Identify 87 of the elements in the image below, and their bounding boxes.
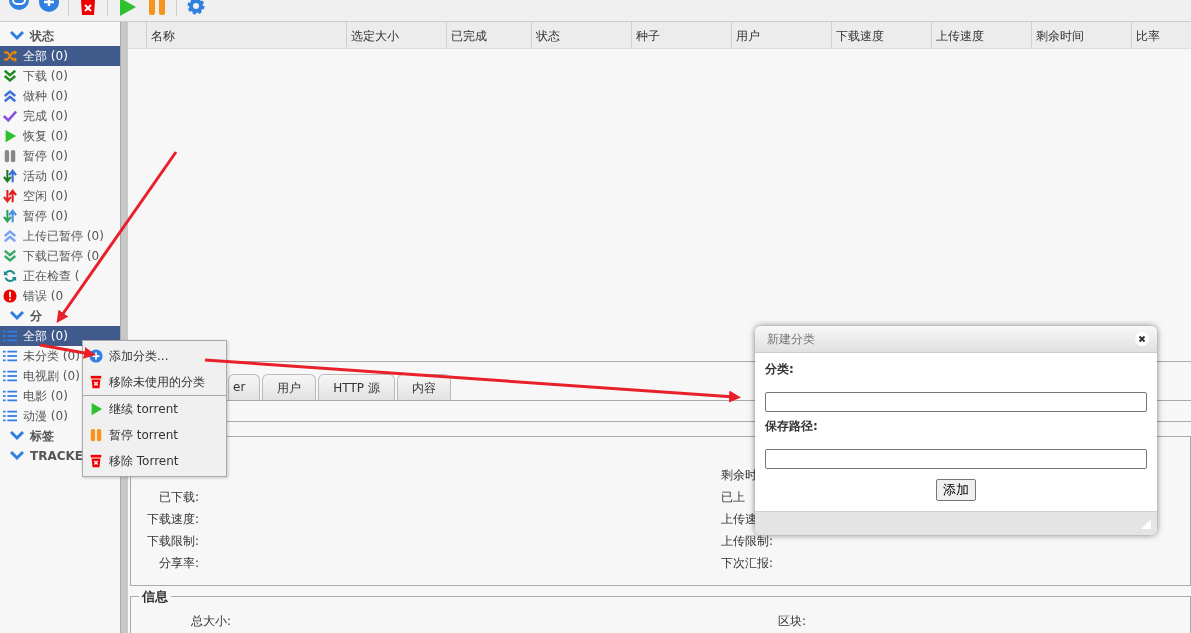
filter-item[interactable]: 活动 (0) [0, 166, 120, 186]
double-chevron-up-icon [3, 229, 17, 243]
resize-grip-icon[interactable] [1141, 519, 1151, 529]
check-icon [3, 109, 17, 123]
filter-item[interactable]: 下载 (0) [0, 66, 120, 86]
list-icon [3, 369, 17, 383]
column-header[interactable]: 下载速度 [831, 22, 931, 48]
filter-item[interactable]: 全部 (0) [0, 46, 120, 66]
filter-item[interactable]: 暂停 (0) [0, 206, 120, 226]
play-icon [89, 402, 103, 416]
section-title: 标签 [30, 427, 54, 445]
add-icon[interactable] [38, 0, 60, 14]
error-icon [3, 289, 17, 303]
field-label: 上传速 [721, 511, 758, 527]
dialog-title: 新建分类 [767, 330, 815, 348]
list-icon [3, 389, 17, 403]
field-label: 已上 [721, 489, 746, 505]
double-chevron-up-icon [3, 89, 17, 103]
field-label: 保存路径: [765, 418, 819, 435]
column-header[interactable]: 名称 [146, 22, 346, 48]
field-label: 区块: [776, 613, 806, 629]
section-title: TRACKE [30, 449, 83, 463]
list-icon [3, 329, 17, 343]
list-icon [3, 409, 17, 423]
column-header[interactable]: 剩余时间 [1031, 22, 1131, 48]
field-label: 分享率: [157, 555, 199, 571]
details-tab[interactable]: 用户 [262, 374, 317, 400]
field-label: 下次汇报: [721, 555, 775, 571]
double-chevron-down-icon [3, 69, 17, 83]
field-label: 下载限制: [145, 533, 199, 549]
add-icon [89, 349, 103, 363]
trash-icon [89, 454, 103, 468]
filter-item[interactable]: 完成 (0) [0, 106, 120, 126]
chevron-down-icon[interactable] [10, 311, 24, 321]
menu-item[interactable]: 移除 Torrent [83, 448, 226, 474]
column-header[interactable]: 种子 [631, 22, 731, 48]
filter-item[interactable]: 恢复 (0) [0, 126, 120, 146]
menu-item[interactable]: 添加分类... [83, 343, 226, 369]
field-label: 分类: [765, 361, 795, 378]
input-field[interactable] [765, 392, 1147, 412]
settings-icon[interactable] [185, 0, 207, 16]
filter-item[interactable]: 错误 (0 [0, 286, 120, 306]
play-icon [3, 129, 17, 143]
menu-item[interactable]: 暂停 torrent [83, 422, 226, 448]
column-header[interactable]: 上传速度 [931, 22, 1031, 48]
menu-item[interactable]: 继续 torrent [83, 396, 226, 422]
details-tab[interactable]: er [228, 374, 261, 400]
up-down-arrows-icon [3, 209, 17, 223]
chevron-down-icon[interactable] [10, 431, 24, 441]
pause-icon[interactable] [146, 0, 168, 16]
field-label: 下载速度: [145, 511, 199, 527]
filter-item[interactable]: 下载已暂停 (0 [0, 246, 120, 266]
menu-item[interactable]: 移除未使用的分类 [83, 369, 226, 396]
column-header[interactable]: 用户 [731, 22, 831, 48]
chevron-down-icon[interactable] [10, 31, 24, 41]
field-label: 上传限制: [721, 533, 775, 549]
column-header[interactable]: 选定大小 [346, 22, 446, 48]
filter-item[interactable]: 暂停 (0) [0, 146, 120, 166]
double-chevron-down-icon [3, 249, 17, 263]
pause-icon [89, 428, 103, 442]
up-down-arrows-icon [3, 189, 17, 203]
chevron-down-icon[interactable] [10, 451, 24, 461]
shuffle-icon [3, 49, 17, 63]
details-tab[interactable]: 内容 [396, 374, 451, 400]
list-icon [3, 349, 17, 363]
filter-item[interactable]: 全部 (0) [0, 326, 120, 346]
section-title: 分 [30, 307, 42, 325]
filter-item[interactable]: 正在检查 ( [0, 266, 120, 286]
pause-icon [3, 149, 17, 163]
close-icon[interactable] [1135, 332, 1149, 346]
up-down-arrows-icon [3, 169, 17, 183]
section-title: 状态 [30, 27, 54, 45]
column-header[interactable]: 已完成 [446, 22, 531, 48]
field-label: 剩余时 [721, 467, 758, 483]
column-header[interactable]: 比率 [1131, 22, 1191, 48]
trash-icon [89, 375, 103, 389]
input-field[interactable] [765, 449, 1147, 469]
filter-item[interactable]: 空闲 (0) [0, 186, 120, 206]
group-title: 信息 [139, 588, 171, 606]
filter-item[interactable]: 上传已暂停 (0) [0, 226, 120, 246]
add-button[interactable]: 添加 [936, 479, 976, 501]
filter-item[interactable]: 做种 (0) [0, 86, 120, 106]
field-label: 总大小: [189, 613, 231, 629]
details-tab[interactable]: HTTP 源 [318, 374, 395, 400]
field-label: 已下载: [157, 489, 199, 505]
column-header[interactable]: 状态 [531, 22, 631, 48]
refresh-icon [3, 269, 17, 283]
